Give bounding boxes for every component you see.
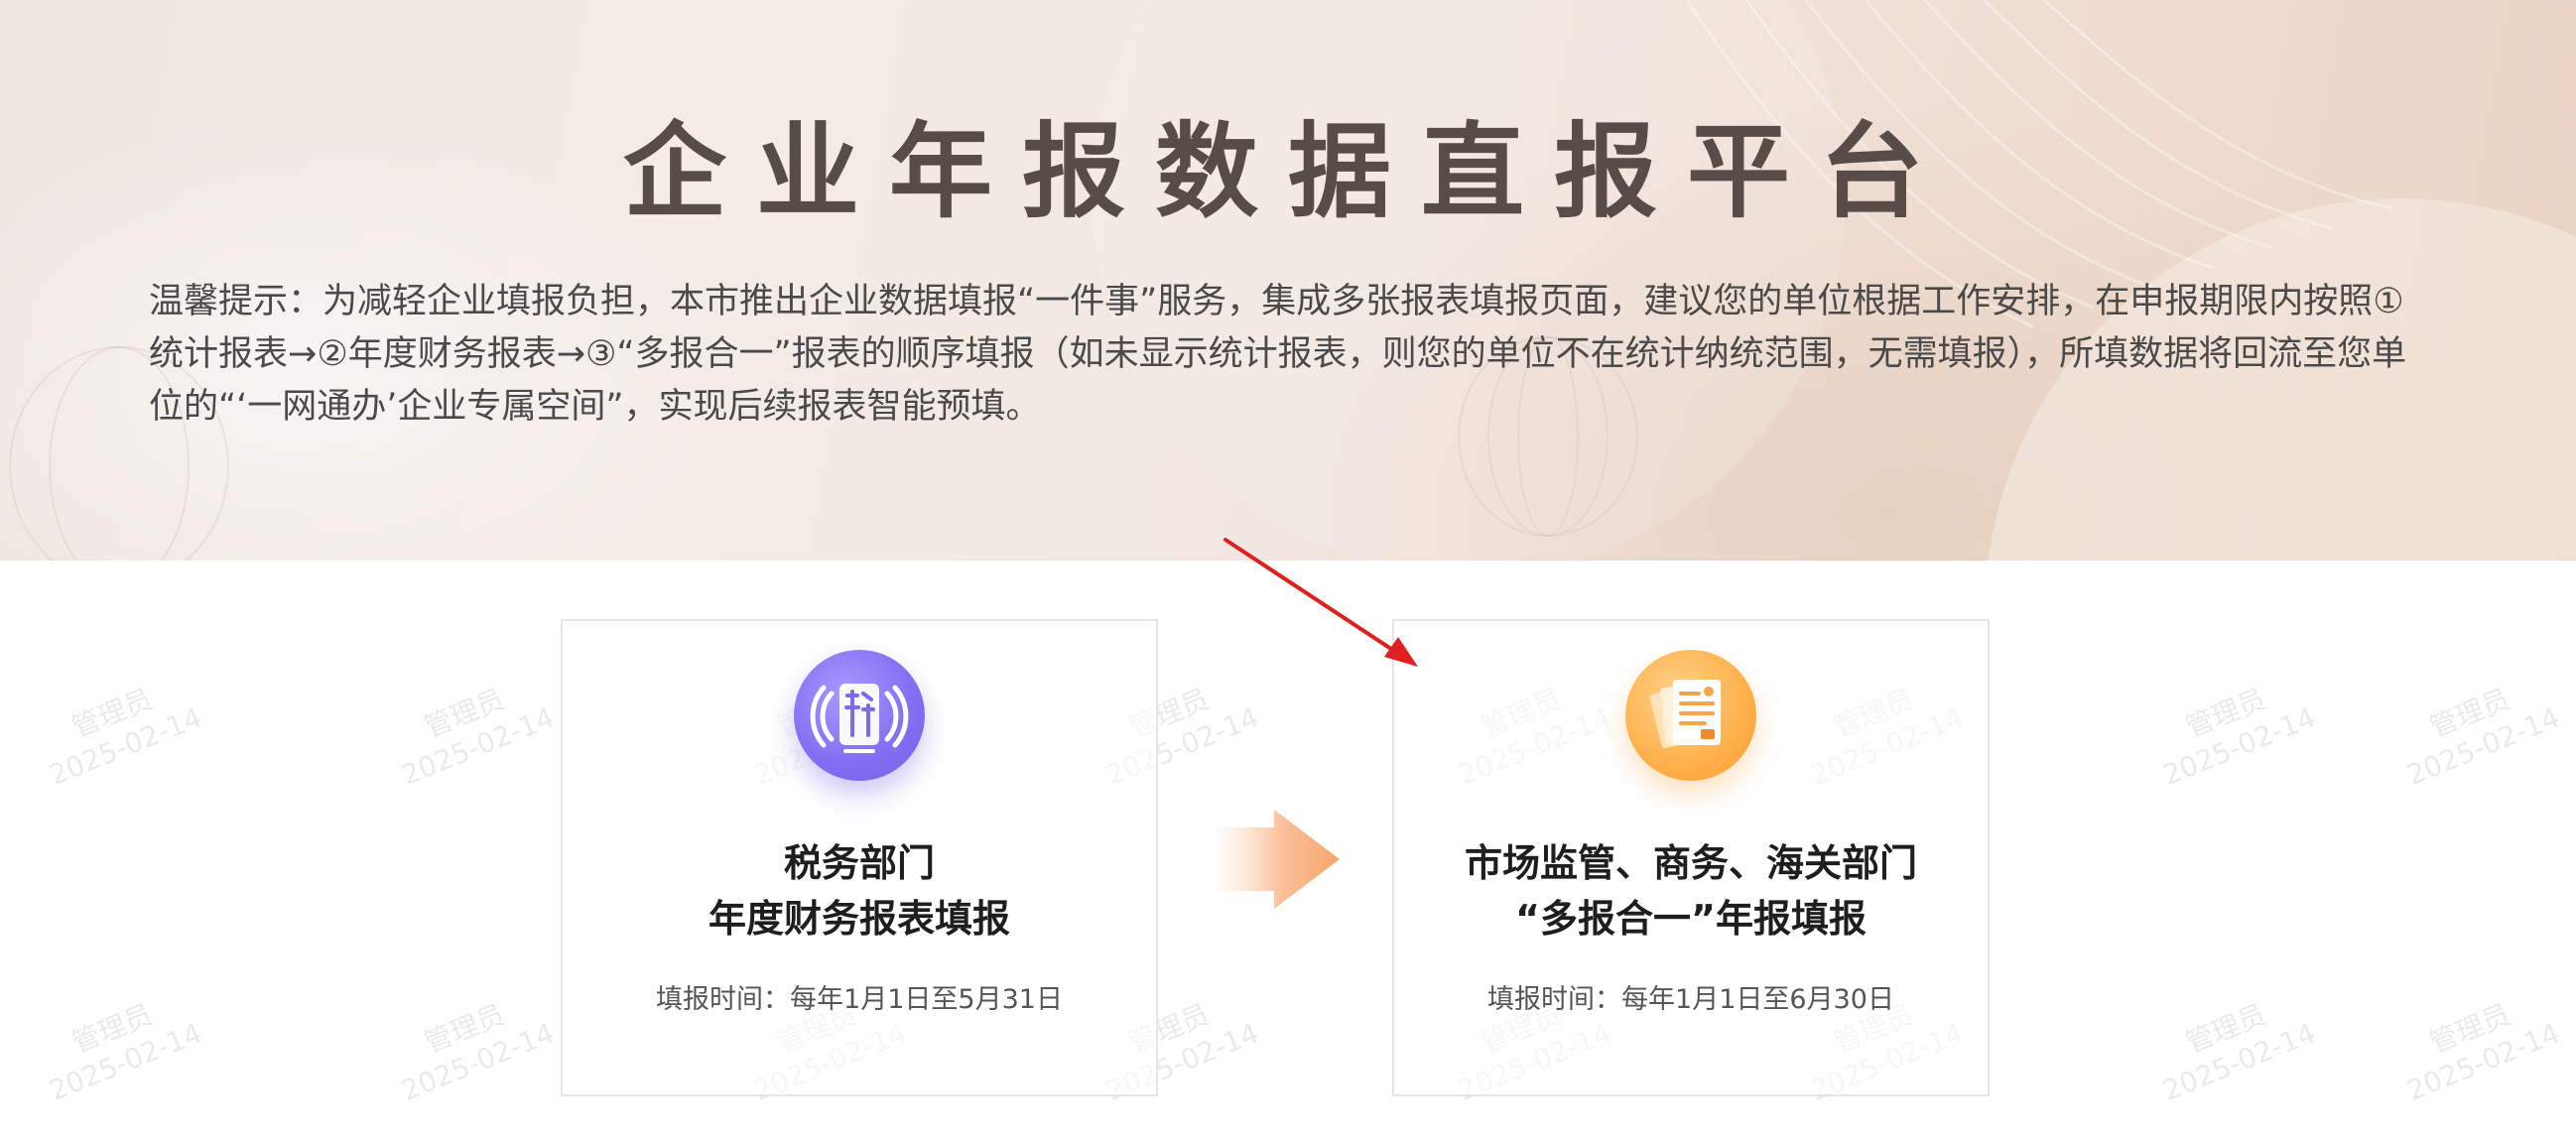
watermark: 管理员2025-02-14 <box>396 997 560 1108</box>
tax-icon <box>794 650 925 781</box>
header-banner: 企业年报数据直报平台 温馨提示：为减轻企业填报负担，本市推出企业数据填报“一件事… <box>0 0 2576 561</box>
watermark: 管理员2025-02-14 <box>2401 997 2565 1108</box>
multi-report-annual-card[interactable]: 市场监管、商务、海关部门 “多报合一”年报填报 填报时间：每年1月1日至6月30… <box>1392 619 1990 1096</box>
card-title-line2: 年度财务报表填报 <box>708 897 1010 941</box>
watermark: 管理员2025-02-14 <box>2157 997 2321 1108</box>
page-title: 企业年报数据直报平台 <box>622 111 1953 232</box>
flow-arrow-icon <box>1213 810 1340 909</box>
notice-text: 温馨提示：为减轻企业填报负担，本市推出企业数据填报“一件事”服务，集成多张报表填… <box>149 282 2407 427</box>
card-title-line2: “多报合一”年报填报 <box>1515 897 1867 941</box>
watermark: 管理员2025-02-14 <box>2401 682 2565 793</box>
watermark: 管理员2025-02-14 <box>44 997 207 1108</box>
watermark: 管理员2025-02-14 <box>2157 682 2321 793</box>
watermark: 管理员2025-02-14 <box>44 682 207 793</box>
watermark: 管理员2025-02-14 <box>396 682 560 793</box>
card-filing-period: 填报时间：每年1月1日至5月31日 <box>656 984 1063 1015</box>
card-filing-period: 填报时间：每年1月1日至6月30日 <box>1487 984 1894 1015</box>
card-title-line1: 税务部门 <box>783 841 935 885</box>
document-icon <box>1625 650 1756 781</box>
tax-annual-report-card[interactable]: 税务部门 年度财务报表填报 填报时间：每年1月1日至5月31日 <box>561 619 1158 1096</box>
card-title-line1: 市场监管、商务、海关部门 <box>1464 841 1917 885</box>
